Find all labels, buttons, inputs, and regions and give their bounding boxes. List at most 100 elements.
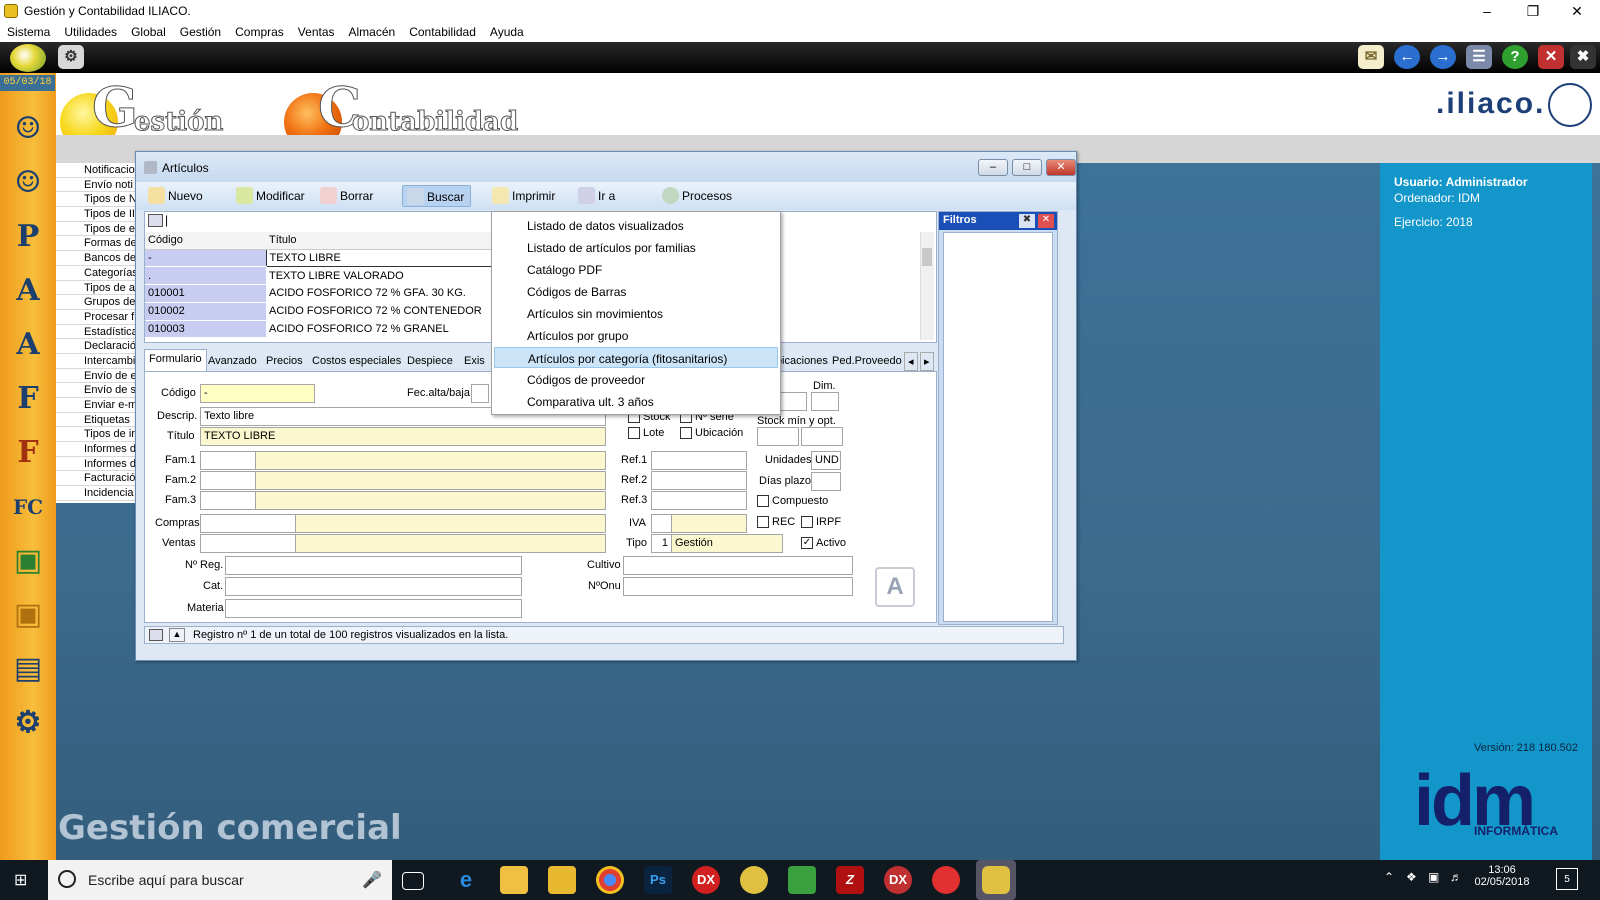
stock-opt-field[interactable] bbox=[801, 427, 843, 446]
notif-list-item[interactable]: Declaració bbox=[56, 339, 136, 354]
unidades-field[interactable]: UND bbox=[811, 451, 841, 470]
network-icon[interactable]: ▣ bbox=[1428, 870, 1439, 884]
volume-icon[interactable]: ♬ bbox=[1450, 870, 1462, 884]
nuevo-button[interactable]: Nuevo bbox=[144, 185, 209, 207]
gestion-app-icon[interactable] bbox=[982, 866, 1010, 894]
table-row[interactable]: - TEXTO LIBRE bbox=[145, 248, 502, 268]
chrome-icon[interactable] bbox=[596, 866, 624, 894]
articulos-minimize-button[interactable]: – bbox=[978, 159, 1008, 176]
ventas-code-field[interactable] bbox=[200, 534, 296, 553]
fam1-desc-field[interactable] bbox=[255, 451, 606, 470]
codigo-field[interactable]: - bbox=[200, 384, 315, 403]
notification-center-icon[interactable]: 5 bbox=[1556, 868, 1578, 890]
table-row[interactable]: 010002 ACIDO FOSFORICO 72 % CONTENEDOR bbox=[145, 302, 501, 321]
notif-list-item[interactable]: Informes d bbox=[56, 457, 136, 472]
edge-icon[interactable]: e bbox=[452, 866, 480, 894]
iva-desc-field[interactable] bbox=[671, 514, 747, 533]
notif-list-item[interactable]: Tipos de N bbox=[56, 192, 136, 208]
article-image-icon[interactable]: A bbox=[875, 567, 915, 607]
notif-list-item[interactable]: Envío de e bbox=[56, 369, 136, 384]
user-p-icon[interactable]: P bbox=[6, 215, 50, 259]
borrar-button[interactable]: Borrar bbox=[316, 185, 379, 207]
windows-list-icon[interactable]: ☰ bbox=[1466, 45, 1492, 69]
filezilla-icon[interactable]: Z bbox=[836, 866, 864, 894]
menu-utilidades[interactable]: Utilidades bbox=[57, 22, 124, 39]
fam1-code-field[interactable] bbox=[200, 451, 256, 470]
tab-formulario[interactable]: Formulario bbox=[144, 349, 207, 371]
table-row[interactable]: 010001 ACIDO FOSFORICO 72 % GFA. 30 KG. bbox=[145, 284, 501, 303]
articulos-maximize-button[interactable]: □ bbox=[1012, 159, 1042, 176]
tab-ped-proveedor[interactable]: Ped.Proveedo bbox=[828, 352, 906, 371]
imprimir-button[interactable]: Imprimir bbox=[488, 185, 561, 207]
ubicacion-checkbox[interactable] bbox=[680, 427, 692, 439]
modificar-button[interactable]: Modificar bbox=[232, 185, 311, 207]
compuesto-checkbox[interactable] bbox=[757, 495, 769, 507]
tools-icon[interactable]: ⚙ bbox=[6, 701, 50, 745]
notif-list-item[interactable]: Formas de bbox=[56, 236, 136, 252]
nonu-field[interactable] bbox=[623, 577, 853, 596]
a-document-icon[interactable]: A bbox=[6, 323, 50, 367]
fam2-desc-field[interactable] bbox=[255, 471, 606, 490]
rec-checkbox[interactable] bbox=[757, 516, 769, 528]
green-bag-icon[interactable]: ▣ bbox=[6, 539, 50, 583]
dropdown-item[interactable]: Códigos de proveedor bbox=[494, 369, 778, 390]
notif-list-item[interactable]: Incidencia bbox=[56, 486, 136, 501]
microphone-icon[interactable]: 🎤 bbox=[362, 870, 382, 890]
compras-desc-field[interactable] bbox=[295, 514, 606, 533]
titulo-field[interactable]: TEXTO LIBRE bbox=[200, 427, 606, 446]
table-row[interactable]: 010003 ACIDO FOSFORICO 72 % GRANEL bbox=[145, 320, 501, 339]
tipo-desc-field[interactable]: Gestión bbox=[671, 534, 783, 553]
dias-plazo-field[interactable] bbox=[811, 472, 841, 491]
fc-icon[interactable]: FC bbox=[6, 485, 50, 529]
tab-costos-especiales[interactable]: Costos especiales bbox=[308, 352, 405, 371]
f-document-icon[interactable]: F bbox=[6, 377, 50, 421]
notif-list-item[interactable]: Grupos de bbox=[56, 295, 136, 310]
notif-list-item[interactable]: Enviar e-m bbox=[56, 398, 136, 413]
close-all-icon[interactable]: ✖ bbox=[1570, 45, 1596, 69]
iva-code-field[interactable] bbox=[651, 514, 672, 533]
dropdown-item[interactable]: Catálogo PDF bbox=[494, 259, 778, 280]
ref1-field[interactable] bbox=[651, 451, 747, 470]
tabs-scroll-left[interactable]: ◂ bbox=[904, 352, 918, 371]
fam3-code-field[interactable] bbox=[200, 491, 256, 510]
menu-global[interactable]: Global bbox=[124, 22, 173, 39]
menu-compras[interactable]: Compras bbox=[228, 22, 291, 39]
ir-a-button[interactable]: Ir a bbox=[574, 185, 621, 207]
cultivo-field[interactable] bbox=[623, 556, 853, 575]
filtros-close-icon[interactable]: ✕ bbox=[1038, 214, 1054, 228]
notes-icon[interactable] bbox=[788, 866, 816, 894]
notif-list-item[interactable]: Estadística bbox=[56, 325, 136, 340]
articulos-close-button[interactable]: ✕ bbox=[1046, 159, 1076, 176]
close-window-icon[interactable]: ✕ bbox=[1538, 45, 1564, 69]
grid-scroll-thumb[interactable] bbox=[922, 248, 932, 266]
ledger-icon[interactable]: ▤ bbox=[6, 647, 50, 691]
nreg-field[interactable] bbox=[225, 556, 522, 575]
dim-field[interactable] bbox=[811, 392, 839, 411]
ventas-desc-field[interactable] bbox=[295, 534, 606, 553]
close-button[interactable]: ✕ bbox=[1554, 0, 1600, 22]
forward-arrow-icon[interactable]: → bbox=[1430, 45, 1456, 69]
tool-icon[interactable]: ⚙ bbox=[58, 45, 84, 69]
stock-min-field[interactable] bbox=[757, 427, 799, 446]
col-codigo[interactable]: Código bbox=[145, 232, 266, 250]
ref3-field[interactable] bbox=[651, 491, 747, 510]
lote-checkbox[interactable] bbox=[628, 427, 640, 439]
dropbox-icon[interactable]: ❖ bbox=[1406, 870, 1417, 884]
grid-search-icon[interactable] bbox=[148, 214, 163, 227]
user-icon[interactable]: ☺ bbox=[6, 161, 50, 205]
windows-start-icon[interactable]: ⊞ bbox=[14, 870, 32, 889]
fam2-code-field[interactable] bbox=[200, 471, 256, 490]
cat-field[interactable] bbox=[225, 577, 522, 596]
dropdown-item[interactable]: Códigos de Barras bbox=[494, 281, 778, 302]
dropdown-item[interactable]: Artículos por grupo bbox=[494, 325, 778, 346]
notif-list-item[interactable]: Tipos de e bbox=[56, 222, 136, 237]
f-invoice-icon[interactable]: F bbox=[6, 431, 50, 475]
notif-list-item[interactable]: Notificacio bbox=[56, 163, 136, 178]
notif-list-item[interactable]: Procesar f bbox=[56, 310, 136, 325]
dx-icon[interactable]: DX bbox=[692, 866, 720, 894]
menu-almacen[interactable]: Almacén bbox=[342, 22, 403, 39]
notif-list-item[interactable]: Bancos de bbox=[56, 251, 136, 266]
notif-list-item[interactable]: Envío noti bbox=[56, 178, 136, 193]
task-view-icon[interactable] bbox=[402, 872, 424, 890]
status-collapse-icon[interactable]: ▲ bbox=[169, 628, 185, 642]
